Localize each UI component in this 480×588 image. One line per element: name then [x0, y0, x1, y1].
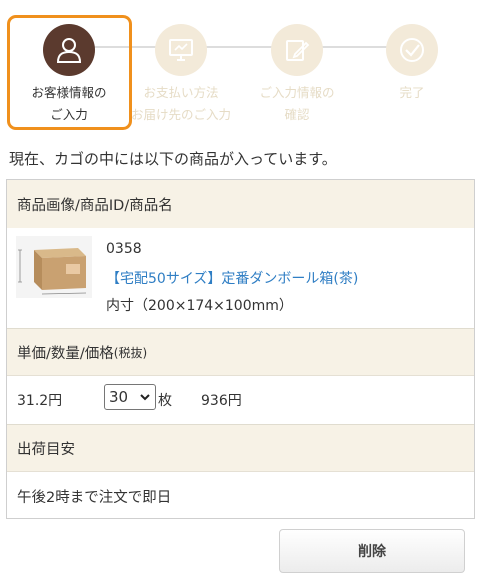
quantity-select[interactable]: 30	[104, 384, 156, 410]
cart-table: 商品画像/商品ID/商品名 単価/数量/価格 (税抜) 31.2円 30 枚 93…	[6, 179, 475, 519]
step-label: ご入力情報の 確認	[259, 85, 335, 122]
step-circle	[155, 24, 207, 76]
price-row: 31.2円 30 枚 936円	[7, 376, 474, 424]
step-complete: 完了	[350, 18, 474, 104]
ship-estimate: 午後2時まで注文で即日	[17, 489, 172, 506]
monitor-icon	[169, 39, 193, 61]
step-label: 完了	[399, 85, 425, 100]
active-step-highlight	[7, 15, 132, 130]
check-icon	[400, 38, 424, 62]
step-confirm: ご入力情報の 確認	[235, 18, 359, 126]
step-circle	[386, 24, 438, 76]
ship-header: 出荷目安	[7, 424, 474, 472]
step-payment-delivery: お支払い方法 お届け先のご入力	[119, 18, 243, 126]
chevron-down-icon	[140, 394, 150, 401]
total-price: 936円	[201, 393, 242, 409]
product-name-link[interactable]: 【宅配50サイズ】定番ダンボール箱(茶)	[106, 268, 358, 288]
edit-icon	[286, 40, 310, 61]
price-header-label: 単価/数量/価格	[17, 345, 114, 362]
unit-price: 31.2円	[17, 393, 63, 409]
price-header: 単価/数量/価格 (税抜)	[7, 328, 474, 376]
cardboard-box-icon	[16, 236, 92, 298]
quantity-value: 30	[109, 388, 129, 406]
price-header-note: (税抜)	[113, 345, 148, 360]
product-id: 0358	[106, 241, 142, 257]
product-header: 商品画像/商品ID/商品名	[7, 180, 474, 228]
quantity-unit: 枚	[158, 393, 172, 409]
product-size: 内寸（200×174×100mm）	[106, 298, 293, 314]
step-circle	[271, 24, 323, 76]
cart-intro-text: 現在、カゴの中には以下の商品が入っています。	[9, 150, 337, 168]
checkout-stepper: お客様情報の ご入力 お支払い方法 お届け先のご入力 ご入力情報の 確認 完了	[0, 0, 480, 140]
step-label: お支払い方法 お届け先のご入力	[130, 85, 231, 122]
delete-button[interactable]: 削除	[279, 529, 465, 573]
